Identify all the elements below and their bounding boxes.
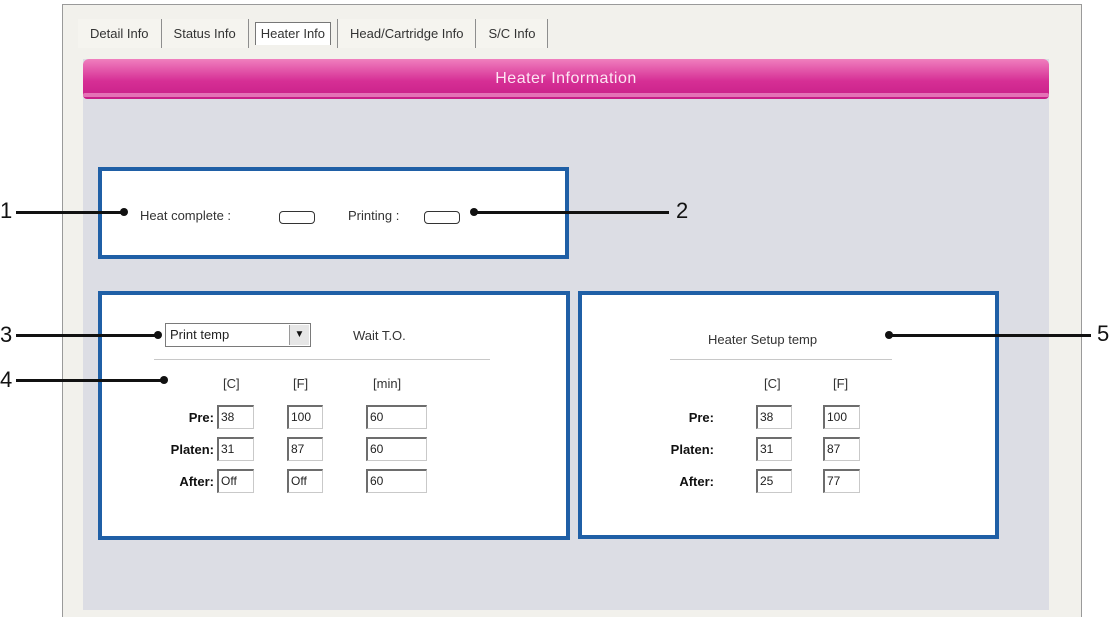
callout-dot-4	[160, 376, 168, 384]
setup-after-c-field[interactable]: 25	[756, 469, 792, 493]
callout-line-5	[889, 334, 1091, 337]
setup-platen-c-field[interactable]: 31	[756, 437, 792, 461]
callout-line-2	[474, 211, 669, 214]
page-title: Heater Information	[83, 59, 1049, 99]
row-label-platen: Platen:	[170, 442, 214, 457]
row-label-after: After:	[179, 474, 214, 489]
setup-platen-f-field[interactable]: 87	[823, 437, 860, 461]
after-min-field[interactable]: 60	[366, 469, 427, 493]
col-header-min: [min]	[373, 376, 402, 391]
pre-min-field[interactable]: 60	[366, 405, 427, 429]
heat-complete-indicator	[279, 211, 315, 224]
platen-min-field[interactable]: 60	[366, 437, 427, 461]
col-header-f: [F]	[833, 376, 849, 391]
divider	[670, 359, 892, 360]
col-header-f: [F]	[293, 376, 309, 391]
callout-dot-3	[154, 331, 162, 339]
divider	[154, 359, 490, 360]
pre-f-field[interactable]: 100	[287, 405, 323, 429]
pre-c-field[interactable]: 38	[217, 405, 254, 429]
callout-number-4: 4	[0, 367, 13, 392]
printing-indicator	[424, 211, 460, 224]
setup-pre-f-field[interactable]: 100	[823, 405, 860, 429]
callout-dot-1	[120, 208, 128, 216]
after-c-field[interactable]: Off	[217, 469, 254, 493]
row-label-pre: Pre:	[688, 410, 714, 425]
col-header-c: [C]	[223, 376, 240, 391]
wait-timeout-label: Wait T.O.	[353, 328, 406, 343]
callout-line-3	[16, 334, 158, 337]
callout-number-2: 2	[676, 198, 689, 223]
row-label-platen: Platen:	[670, 442, 714, 457]
platen-c-field[interactable]: 31	[217, 437, 254, 461]
tab-bar: Detail Info Status Info Heater Info Head…	[78, 19, 549, 49]
heater-setup-panel: Heater Setup temp [C] [F] Pre: 38 100 Pl…	[578, 291, 999, 539]
callout-number-1: 1	[0, 198, 13, 223]
tab-heater-info[interactable]: Heater Info	[254, 22, 332, 45]
tab-detail-info[interactable]: Detail Info	[78, 19, 162, 48]
setup-pre-c-field[interactable]: 38	[756, 405, 792, 429]
tab-head-cartridge-info[interactable]: Head/Cartridge Info	[337, 19, 477, 48]
row-label-after: After:	[679, 474, 714, 489]
heater-setup-title: Heater Setup temp	[708, 332, 818, 347]
temp-mode-select-value: Print temp	[170, 327, 230, 342]
setup-after-f-field[interactable]: 77	[823, 469, 860, 493]
row-label-pre: Pre:	[188, 410, 214, 425]
callout-line-1	[16, 211, 124, 214]
callout-line-4	[16, 379, 166, 382]
tab-sc-info[interactable]: S/C Info	[476, 19, 549, 48]
tab-status-info[interactable]: Status Info	[161, 19, 249, 48]
printing-label: Printing :	[348, 208, 400, 223]
col-header-c: [C]	[764, 376, 781, 391]
callout-number-3: 3	[0, 322, 13, 347]
heat-complete-label: Heat complete :	[140, 208, 232, 223]
print-temp-panel: Print temp ▼ Wait T.O. [C] [F] [min] Pre…	[98, 291, 570, 540]
chevron-down-icon[interactable]: ▼	[289, 325, 309, 345]
platen-f-field[interactable]: 87	[287, 437, 323, 461]
heater-info-window: Detail Info Status Info Heater Info Head…	[62, 4, 1082, 617]
callout-number-5: 5	[1097, 321, 1110, 346]
after-f-field[interactable]: Off	[287, 469, 323, 493]
temp-mode-select[interactable]: Print temp ▼	[165, 323, 311, 347]
